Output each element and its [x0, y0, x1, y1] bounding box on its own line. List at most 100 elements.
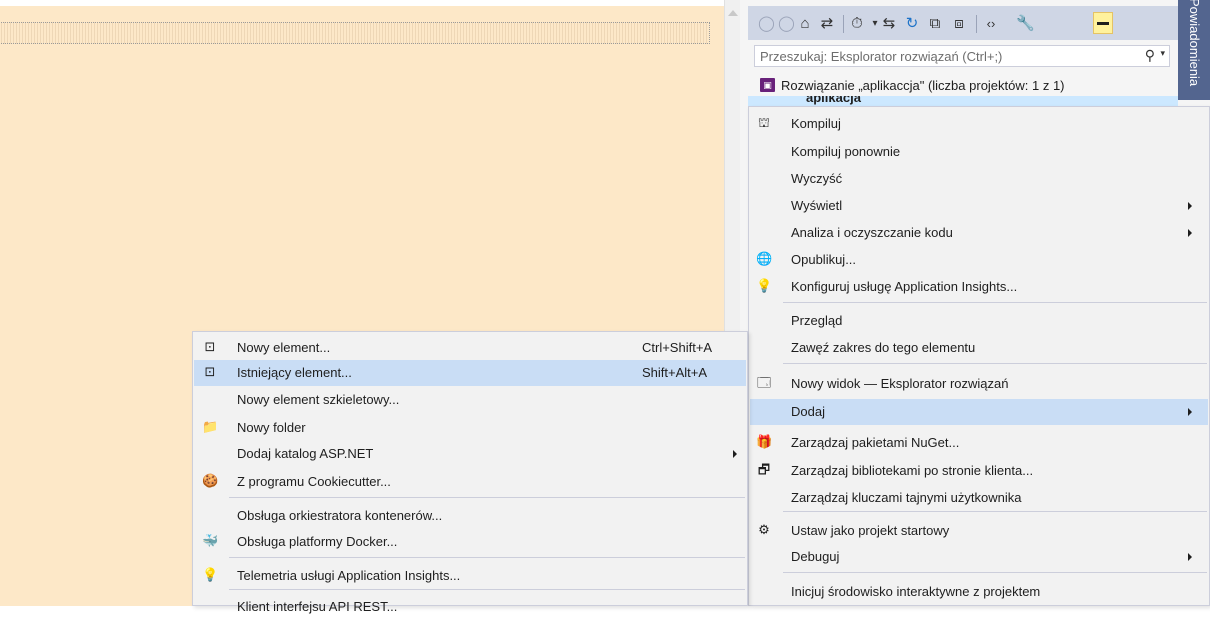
menu-item-label: Dodaj katalog ASP.NET [237, 446, 374, 461]
gear-icon: ⚙ [758, 522, 770, 537]
search-options-chevron-icon[interactable]: ▾ [1160, 48, 1165, 59]
menu-item-label: Zarządzaj pakietami NuGet... [791, 435, 960, 450]
view-code-icon[interactable]: ‹› [984, 15, 998, 33]
menu-item-label: Wyczyść [791, 171, 843, 186]
show-all-files-icon[interactable]: ⧈ [952, 15, 966, 33]
menu-item-label: Nowy element... [237, 340, 331, 355]
menu-item-label: Analiza i oczyszczanie kodu [791, 225, 953, 240]
notifications-tab[interactable]: Powiadomienia [1178, 0, 1210, 100]
search-placeholder: Przeszukaj: Eksplorator rozwiązań (Ctrl+… [760, 49, 1003, 64]
menu-item-debuguj[interactable]: Debuguj [750, 544, 1208, 570]
menu-item-label: Telemetria usługi Application Insights..… [237, 568, 461, 583]
menu-item-zarzadzaj-pakietami-nuget[interactable]: 🎁 Zarządzaj pakietami NuGet... [750, 430, 1208, 456]
menu-item-zarzadzaj-kluczami-tajnymi-uzytkownika[interactable]: Zarządzaj kluczami tajnymi użytkownika [750, 485, 1208, 511]
menu-item-label: Obsługa platformy Docker... [237, 534, 398, 549]
new-folder-icon: 📁 [202, 419, 219, 434]
menu-item-label: Kompiluj ponownie [791, 144, 901, 159]
menu-item-label: Zarządzaj kluczami tajnymi użytkownika [791, 490, 1022, 505]
menu-item-label: Opublikuj... [791, 252, 857, 267]
lightbulb-icon: 💡 [756, 278, 773, 293]
add-menu-item-klient-interfejsu-api-rest[interactable]: Klient interfejsu API REST... [194, 594, 746, 620]
solution-label: Rozwiązanie „aplikaccja" (liczba projekt… [781, 77, 1065, 93]
properties-icon[interactable]: 🔧 [1016, 15, 1035, 33]
menu-item-przeglad[interactable]: Przegląd [750, 308, 1208, 334]
submenu-arrow-icon [733, 450, 737, 458]
menu-item-label: Klient interfejsu API REST... [237, 599, 398, 614]
sync-icon[interactable]: ⇆ [882, 15, 896, 33]
add-menu-item-nowy-folder[interactable]: 📁 Nowy folder [194, 415, 746, 441]
scroll-up-icon[interactable] [728, 10, 738, 16]
add-menu-item-z-programu-cookiecutter[interactable]: 🍪 Z programu Cookiecutter... [194, 469, 746, 495]
project-node[interactable]: aplikacja [748, 96, 1178, 106]
menu-item-label: Obsługa orkiestratora kontenerów... [237, 508, 443, 523]
menu-item-zarzadzaj-bibliotekami-po-stronie-klienta[interactable]: 🗗 Zarządzaj bibliotekami po stronie klien… [750, 458, 1208, 484]
menu-separator [783, 363, 1207, 364]
menu-item-ustaw-jako-projekt-startowy[interactable]: ⚙ Ustaw jako projekt startowy [750, 518, 1208, 544]
search-icon[interactable]: ⚲ [1145, 47, 1155, 64]
add-menu-item-nowy-element-szkieletowy[interactable]: Nowy element szkieletowy... [194, 387, 746, 413]
menu-item-label: Inicjuj środowisko interaktywne z projek… [791, 584, 1041, 599]
menu-separator [229, 497, 745, 498]
menu-item-label: Zarządzaj bibliotekami po stronie klient… [791, 463, 1034, 478]
add-menu-item-telemetria-uslugi-application-insights[interactable]: 💡 Telemetria usługi Application Insights.… [194, 563, 746, 589]
editor-current-line [0, 22, 710, 44]
add-menu-item-obsluga-orkiestratora-kontenerow[interactable]: Obsługa orkiestratora kontenerów... [194, 503, 746, 529]
home-icon[interactable]: ⌂ [798, 15, 812, 33]
menu-item-kompiluj[interactable]: ⛫ Kompiluj [750, 111, 1208, 137]
menu-item-wyswietl[interactable]: Wyświetl [750, 193, 1208, 219]
menu-item-konfiguruj-usluge-application-insights[interactable]: 💡 Konfiguruj usługę Application Insights.… [750, 274, 1208, 300]
menu-item-nowy-widok-eksplorator-rozwiazan[interactable]: 🗔 Nowy widok — Eksplorator rozwiązań [750, 371, 1208, 397]
editor-top-border [0, 0, 724, 6]
menu-item-opublikuj[interactable]: 🌐 Opublikuj... [750, 247, 1208, 273]
menu-item-analiza-i-oczyszczanie-kodu[interactable]: Analiza i oczyszczanie kodu [750, 220, 1208, 246]
nuget-icon: 🎁 [756, 434, 773, 449]
menu-item-label: Kompiluj [791, 116, 841, 131]
forward-icon[interactable]: ◯ [778, 15, 795, 33]
explorer-search-input[interactable]: Przeszukaj: Eksplorator rozwiązań (Ctrl+… [754, 45, 1170, 67]
menu-item-label: Debuguj [791, 549, 840, 564]
back-icon[interactable]: ◯ [758, 15, 775, 33]
submenu-arrow-icon [1188, 408, 1192, 416]
existing-item-icon: ⊡ [204, 364, 216, 379]
refresh-icon[interactable]: ↻ [905, 15, 919, 33]
submenu-arrow-icon [1188, 202, 1192, 210]
project-label: aplikacja [806, 96, 861, 105]
pin-icon[interactable] [1093, 12, 1113, 34]
lightbulb-icon: 💡 [202, 567, 219, 582]
menu-item-label: Nowy element szkieletowy... [237, 392, 400, 407]
chevron-down-icon[interactable]: ▾ [868, 15, 882, 33]
menu-item-dodaj[interactable]: Dodaj [750, 399, 1208, 425]
add-menu-item-istniejacy-element[interactable]: ⊡ Istniejący element... Shift+Alt+A [194, 360, 746, 386]
menu-item-label: Konfiguruj usługę Application Insights..… [791, 279, 1018, 294]
menu-item-label: Istniejący element... [237, 365, 352, 380]
menu-separator [229, 589, 745, 590]
new-view-icon: 🗔 [756, 375, 772, 390]
new-item-icon: ⊡ [204, 339, 216, 354]
menu-item-wyczysc[interactable]: Wyczyść [750, 166, 1208, 192]
menu-item-label: Przegląd [791, 313, 843, 328]
menu-item-shortcut: Ctrl+Shift+A [642, 340, 713, 355]
submenu-arrow-icon [1188, 229, 1192, 237]
project-context-menu: ⛫ Kompiluj Kompiluj ponownie Wyczyść Wyświet… [748, 106, 1210, 606]
menu-item-label: Nowy widok — Eksplorator rozwiązań [791, 376, 1009, 391]
add-menu-item-nowy-element[interactable]: ⊡ Nowy element... Ctrl+Shift+A [194, 335, 746, 361]
add-menu-item-obsluga-platformy-docker[interactable]: 🐳 Obsługa platformy Docker... [194, 529, 746, 555]
add-menu-item-dodaj-katalog-asp-net[interactable]: Dodaj katalog ASP.NET [194, 441, 746, 467]
menu-item-label: Z programu Cookiecutter... [237, 474, 391, 489]
menu-separator [783, 572, 1207, 573]
notifications-tab-label: Powiadomienia [1187, 0, 1202, 87]
add-submenu: ⊡ Nowy element... Ctrl+Shift+A ⊡ Istniejący … [192, 331, 748, 614]
menu-separator [783, 511, 1207, 512]
explorer-toolbar: ◯ ◯ ⌂ ⇄ ⏱ ▾ ⇆ ↻ ⧉ ⧈ ‹› 🔧 [748, 6, 1178, 40]
menu-item-kompiluj-ponownie[interactable]: Kompiluj ponownie [750, 139, 1208, 165]
build-icon: ⛫ [758, 115, 770, 130]
menu-item-zawez-zakres-do-tego-elementu[interactable]: Zawęź zakres do tego elementu [750, 335, 1208, 361]
collapse-all-icon[interactable]: ⧉ [928, 15, 942, 33]
menu-item-label: Nowy folder [237, 420, 306, 435]
menu-item-label: Dodaj [791, 404, 825, 419]
menu-item-inicjuj-srodowisko-interaktywne-z-projektem[interactable]: Inicjuj środowisko interaktywne z projek… [750, 579, 1208, 605]
switch-views-icon[interactable]: ⇄ [820, 15, 834, 33]
solution-node[interactable]: ▣ Rozwiązanie „aplikaccja" (liczba proje… [760, 75, 1065, 95]
history-icon[interactable]: ⏱ [850, 15, 864, 33]
toolbar-separator [843, 15, 844, 33]
